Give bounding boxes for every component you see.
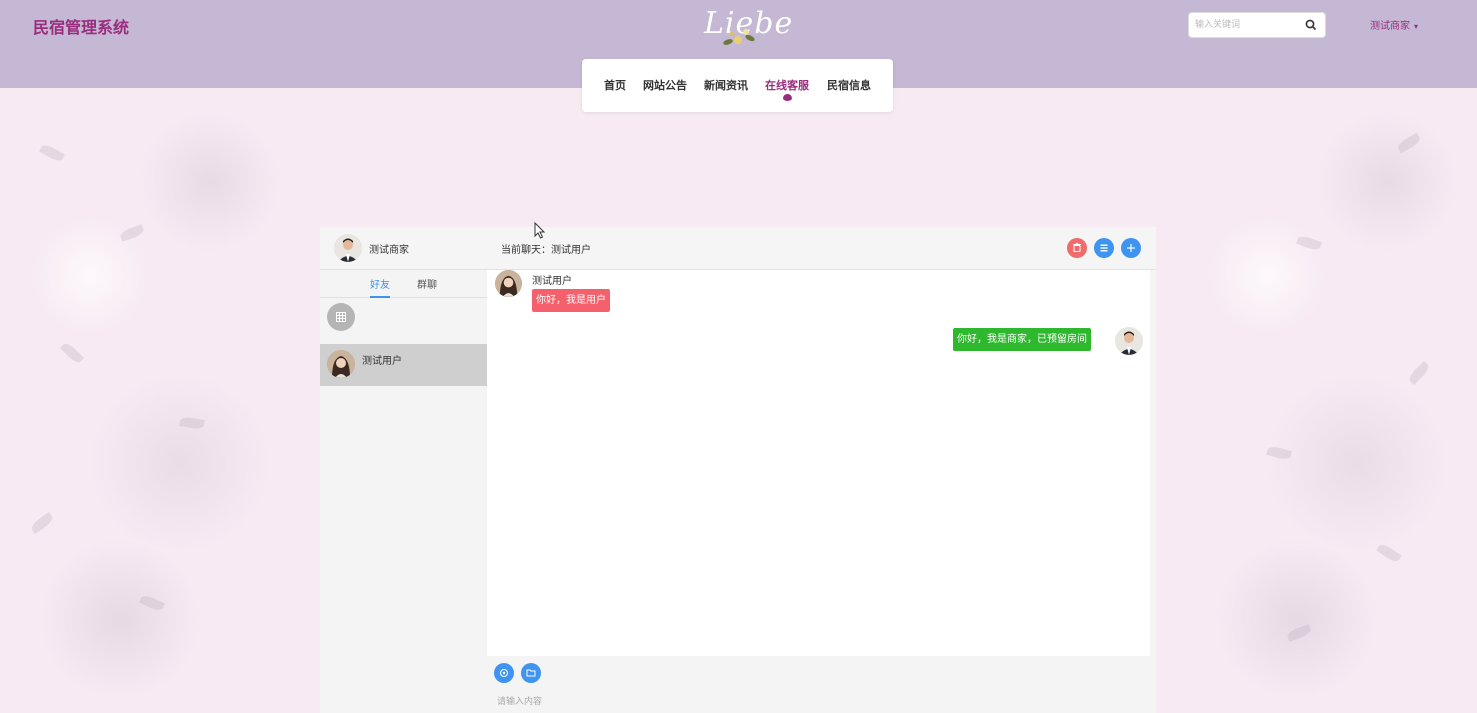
list-icon xyxy=(1100,244,1108,252)
contact-item[interactable]: 测试用户 xyxy=(320,344,487,386)
nav-news[interactable]: 新闻资讯 xyxy=(704,77,748,93)
woman-avatar-icon xyxy=(327,350,355,378)
contact-avatar xyxy=(327,350,355,378)
nav-homestay-info[interactable]: 民宿信息 xyxy=(827,77,871,93)
woman-avatar-icon xyxy=(495,270,522,297)
my-avatar[interactable] xyxy=(334,234,362,262)
sender-name: 测试用户 xyxy=(532,276,572,287)
caret-down-icon: ▾ xyxy=(1414,22,1419,31)
sender-avatar xyxy=(495,270,522,297)
nav-home[interactable]: 首页 xyxy=(604,77,626,93)
flower-icon xyxy=(723,29,755,45)
search-input[interactable] xyxy=(1195,17,1299,33)
tab-active-indicator xyxy=(370,296,390,298)
current-chat-label: 当前聊天：测试用户 xyxy=(501,245,591,256)
tab-friends[interactable]: 好友 xyxy=(370,276,390,291)
user-menu-label: 测试商家 xyxy=(1370,21,1410,32)
tab-divider xyxy=(320,297,487,298)
menu-button[interactable] xyxy=(1094,238,1114,258)
nav-online-service[interactable]: 在线客服 xyxy=(765,77,809,93)
grid-button[interactable] xyxy=(327,303,355,331)
message-bubble-received: 你好，我是用户 xyxy=(532,289,610,312)
main-nav: 首页 网站公告 新闻资讯 在线客服 民宿信息 xyxy=(582,59,893,112)
message-area: 测试用户 你好，我是用户 你好，我是商家，已预留房间 xyxy=(487,270,1150,656)
heart-icon xyxy=(783,94,792,101)
grid-icon xyxy=(336,312,346,322)
message-composer xyxy=(487,656,1156,713)
add-button[interactable] xyxy=(1121,238,1141,258)
site-logo[interactable]: Liebe xyxy=(700,2,792,50)
message-bubble-sent: 你好，我是商家，已预留房间 xyxy=(953,328,1091,351)
background-floral-left xyxy=(0,88,300,713)
plus-icon xyxy=(1127,244,1135,252)
delete-button[interactable] xyxy=(1067,238,1087,258)
man-avatar-icon xyxy=(334,234,362,262)
search-icon[interactable] xyxy=(1305,19,1317,31)
emoji-button[interactable] xyxy=(494,663,514,683)
chat-window: 测试商家 当前聊天：测试用户 好友 群聊 测试用户 测试用户 你好，我是用户 你… xyxy=(320,227,1156,713)
nav-announcements[interactable]: 网站公告 xyxy=(643,77,687,93)
brand-title: 民宿管理系统 xyxy=(33,18,130,37)
chat-header: 测试商家 当前聊天：测试用户 xyxy=(320,227,1156,270)
file-button[interactable] xyxy=(521,663,541,683)
my-message-avatar xyxy=(1115,327,1143,355)
man-avatar-icon xyxy=(1115,327,1143,355)
trash-icon xyxy=(1073,242,1081,253)
search-box xyxy=(1188,12,1326,38)
background-floral-right xyxy=(1177,88,1477,713)
contact-name: 测试用户 xyxy=(362,356,402,367)
contact-sidebar: 好友 群聊 测试用户 xyxy=(320,270,487,713)
my-name: 测试商家 xyxy=(369,245,409,256)
emoji-icon xyxy=(499,668,509,678)
mouse-cursor-icon xyxy=(534,222,546,239)
tab-groups[interactable]: 群聊 xyxy=(417,276,437,291)
message-input[interactable] xyxy=(497,694,1137,710)
folder-icon xyxy=(526,669,536,677)
user-menu-dropdown[interactable]: 测试商家 ▾ xyxy=(1370,17,1418,32)
